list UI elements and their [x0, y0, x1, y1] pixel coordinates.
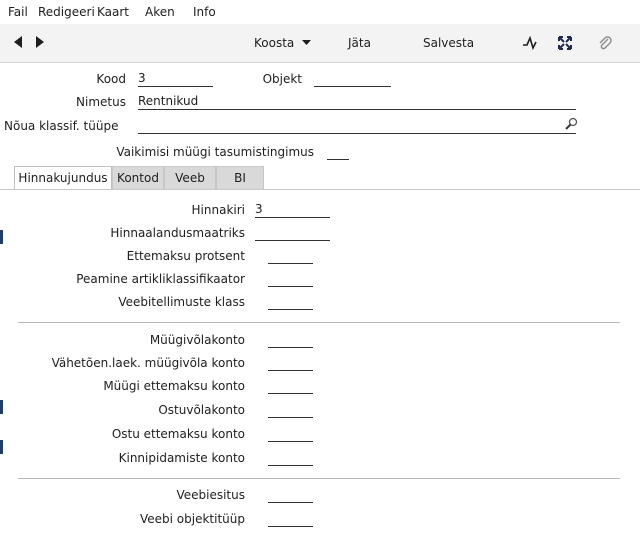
- salvesta-button[interactable]: Salvesta: [423, 36, 474, 50]
- objekt-label: Objekt: [262, 72, 302, 86]
- menu-kaart[interactable]: Kaart: [97, 5, 129, 19]
- hinnakiri-field[interactable]: 3: [255, 203, 330, 218]
- veebiesitus-field[interactable]: [268, 488, 313, 503]
- tab-veeb[interactable]: Veeb: [164, 166, 216, 189]
- ettemaksu-protsent-field[interactable]: [268, 249, 313, 264]
- veebitellimuste-klass-label: Veebitellimuste klass: [118, 295, 245, 309]
- vaikimisi-field[interactable]: [327, 145, 349, 160]
- ostuvolakonto-label: Ostuvõlakonto: [158, 403, 245, 417]
- veebiesitus-label: Veebiesitus: [176, 488, 245, 502]
- nimetus-field[interactable]: Rentnikud: [138, 95, 576, 110]
- vaikimisi-label: Vaikimisi müügi tasumistingimus: [116, 145, 314, 159]
- hinnakiri-label: Hinnakiri: [191, 203, 245, 217]
- myygi-ettemaksu-konto-field[interactable]: [268, 379, 313, 394]
- noua-field[interactable]: [138, 119, 576, 134]
- tab-strip-line: [0, 189, 640, 190]
- veebi-objektityyp-label: Veebi objektitüüp: [139, 512, 245, 526]
- tab-hinnakujundus[interactable]: Hinnakujundus: [14, 166, 112, 190]
- hinnaalandusmaatriks-field[interactable]: [255, 226, 330, 241]
- section-divider: [18, 478, 620, 479]
- tab-kontod[interactable]: Kontod: [112, 166, 164, 189]
- noua-label: Nõua klassif. tüüpe: [4, 119, 119, 133]
- toolbar: Koosta Jäta Salvesta: [0, 24, 640, 63]
- vahetoen-konto-field[interactable]: [268, 356, 313, 371]
- paperclip-icon[interactable]: [598, 35, 612, 54]
- menu-aken[interactable]: Aken: [145, 5, 175, 19]
- ostuvolakonto-field[interactable]: [268, 403, 313, 418]
- artikliklassifikaator-label: Peamine artikliklassifikaator: [76, 272, 245, 286]
- veebi-objektityyp-field[interactable]: [268, 512, 313, 527]
- myygivolakonto-field[interactable]: [268, 333, 313, 348]
- ostu-ettemaksu-konto-label: Ostu ettemaksu konto: [111, 427, 245, 441]
- section-divider: [18, 322, 620, 323]
- menu-bar: Fail Redigeeri Kaart Aken Info: [0, 0, 640, 24]
- kinnipidamiste-konto-field[interactable]: [268, 451, 313, 466]
- expand-icon[interactable]: [558, 36, 572, 53]
- vahetoen-konto-label: Vähetõen.laek. müügivõla konto: [51, 356, 245, 370]
- kood-field[interactable]: 3: [138, 72, 213, 87]
- myygivolakonto-label: Müügivõlakonto: [149, 333, 245, 347]
- menu-info[interactable]: Info: [193, 5, 216, 19]
- background-window-edge: [0, 400, 3, 414]
- forward-arrow-icon[interactable]: [34, 35, 46, 52]
- tab-bi[interactable]: BI: [216, 166, 264, 189]
- jata-button[interactable]: Jäta: [348, 36, 371, 50]
- veebitellimuste-klass-field[interactable]: [268, 295, 313, 310]
- koosta-label: Koosta: [254, 36, 295, 50]
- nimetus-label: Nimetus: [76, 95, 126, 109]
- back-arrow-icon[interactable]: [12, 35, 24, 52]
- ostu-ettemaksu-konto-field[interactable]: [268, 427, 313, 442]
- hinnaalandusmaatriks-label: Hinnaalandusmaatriks: [110, 226, 245, 240]
- background-window-edge: [0, 230, 3, 244]
- chevron-down-icon: [302, 40, 312, 45]
- koosta-button[interactable]: Koosta: [254, 36, 312, 50]
- search-icon[interactable]: [564, 117, 578, 134]
- menu-fail[interactable]: Fail: [8, 5, 28, 19]
- menu-redigeeri[interactable]: Redigeeri: [38, 5, 95, 19]
- ettemaksu-protsent-label: Ettemaksu protsent: [126, 249, 245, 263]
- objekt-field[interactable]: [314, 72, 391, 87]
- background-window-edge: [0, 440, 3, 454]
- kood-label: Kood: [96, 72, 126, 86]
- activity-icon[interactable]: [522, 35, 538, 53]
- kinnipidamiste-konto-label: Kinnipidamiste konto: [118, 451, 245, 465]
- artikliklassifikaator-field[interactable]: [268, 272, 313, 287]
- myygi-ettemaksu-konto-label: Müügi ettemaksu konto: [103, 379, 245, 393]
